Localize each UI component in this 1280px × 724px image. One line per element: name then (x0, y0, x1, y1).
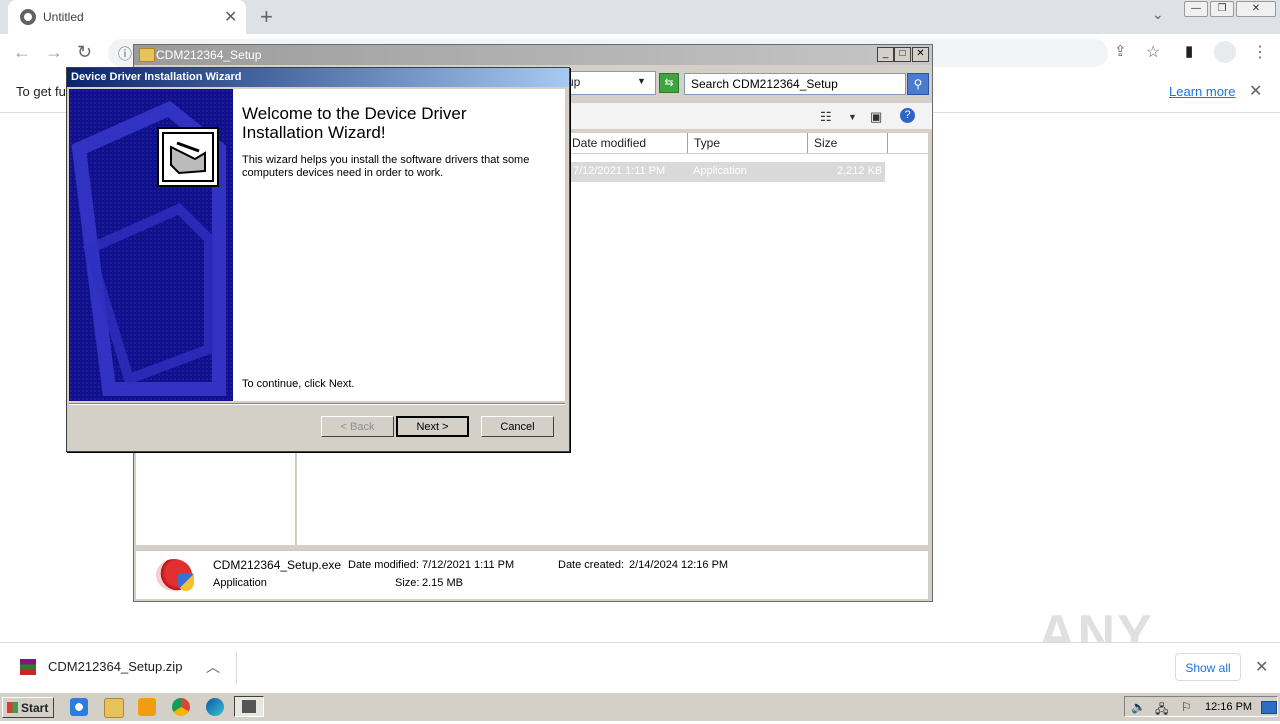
archive-icon (20, 659, 36, 675)
details-size: 2.15 MB (422, 577, 463, 589)
row-size: 2,212 KB (837, 165, 883, 177)
search-placeholder: Search CDM212364_Setup (691, 77, 838, 91)
wizard-titlebar[interactable]: Device Driver Installation Wizard (67, 68, 569, 87)
explorer-icon[interactable] (104, 698, 124, 718)
row-type: Application (693, 165, 747, 177)
globe-icon (20, 9, 36, 25)
download-item-name[interactable]: CDM212364_Setup.zip (48, 659, 182, 674)
network-icon[interactable]: 🖧 (1155, 700, 1168, 721)
back-button[interactable]: < Back (321, 416, 394, 437)
search-icon[interactable]: ⚲ (907, 73, 929, 95)
info-bar-text: To get fu (16, 84, 66, 99)
download-bar: CDM212364_Setup.zip ︿ Show all ✕ (0, 642, 1280, 693)
help-icon[interactable]: ? (900, 108, 915, 123)
start-label: Start (21, 701, 49, 715)
menu-icon[interactable]: ⋮ (1252, 42, 1268, 62)
details-date-modified-label: Date modified: (348, 559, 419, 571)
refresh-icon[interactable]: ⇆ (659, 73, 679, 93)
wizard-continue-text: To continue, click Next. (242, 378, 355, 390)
wizard-banner (69, 89, 233, 401)
share-icon[interactable]: ⇪ (1114, 42, 1127, 60)
next-button[interactable]: Next > (396, 416, 469, 437)
folder-icon (139, 48, 155, 62)
star-icon[interactable]: ☆ (1146, 42, 1160, 62)
details-date-created-label: Date created: (558, 559, 625, 571)
wizard-task-icon (242, 700, 256, 713)
preview-pane-icon[interactable]: ▣ (870, 109, 882, 125)
explorer-title: CDM212364_Setup (156, 48, 262, 62)
media-player-icon[interactable] (138, 698, 156, 716)
show-desktop-icon[interactable] (1261, 701, 1277, 714)
tab-close-icon[interactable]: ✕ (224, 7, 237, 27)
edge-icon[interactable] (206, 698, 224, 716)
minimize-button[interactable]: — (1184, 1, 1208, 17)
wizard-description: This wizard helps you install the softwa… (242, 154, 530, 179)
uac-shield-icon (178, 573, 194, 591)
explorer-minimize-button[interactable]: _ (877, 47, 894, 62)
dropdown-arrow-icon[interactable]: ▼ (637, 76, 646, 86)
details-date-modified: 7/12/2021 1:11 PM (422, 559, 515, 571)
windows-logo-icon (7, 702, 18, 713)
download-bar-close-icon[interactable]: ✕ (1255, 657, 1268, 677)
driver-package-icon (157, 127, 219, 187)
wizard-title: Device Driver Installation Wizard (71, 71, 242, 83)
system-tray: 🔈 🖧 ⚐ (1124, 696, 1278, 717)
flag-icon[interactable]: ⚐ (1181, 700, 1192, 714)
forward-icon[interactable]: → (45, 42, 63, 63)
column-date-modified[interactable]: Date modified (566, 133, 688, 153)
ie-icon[interactable] (70, 698, 88, 716)
explorer-close-button[interactable]: ✕ (912, 47, 929, 62)
details-file-kind: Application (213, 577, 267, 589)
side-panel-icon[interactable]: ▮ (1185, 42, 1193, 60)
tab-title: Untitled (43, 10, 84, 24)
chrome-icon[interactable] (172, 698, 190, 716)
wizard-heading: Welcome to the Device Driver Installatio… (242, 104, 467, 142)
profile-avatar[interactable] (1214, 41, 1236, 63)
start-button[interactable]: Start (2, 697, 54, 718)
chevron-up-icon[interactable]: ︿ (206, 657, 220, 677)
row-date: 7/12/2021 1:11 PM (573, 165, 666, 177)
chevron-down-icon[interactable]: ⌄ (1152, 6, 1164, 23)
wizard-separator (69, 403, 565, 405)
reload-icon[interactable]: ↻ (77, 42, 92, 63)
download-divider (236, 651, 237, 685)
driver-wizard-dialog[interactable]: Device Driver Installation Wizard Welcom… (66, 67, 570, 452)
taskbar-clock: 12:16 PM (1205, 701, 1253, 713)
views-dropdown-icon[interactable]: ▼ (848, 112, 857, 122)
cancel-button[interactable]: Cancel (481, 416, 554, 437)
back-icon[interactable]: ← (13, 42, 31, 63)
info-bar-close-icon[interactable]: ✕ (1249, 81, 1262, 101)
views-icon[interactable]: ☷ (820, 109, 832, 125)
details-file-name: CDM212364_Setup.exe (213, 558, 342, 572)
details-date-created: 2/14/2024 12:16 PM (629, 559, 729, 571)
wizard-content: Welcome to the Device Driver Installatio… (233, 89, 565, 401)
details-pane: CDM212364_Setup.exe Application Date mod… (136, 550, 928, 599)
restore-button[interactable]: ❐ (1210, 1, 1234, 17)
details-size-label: Size: (395, 577, 420, 589)
tab-untitled[interactable]: Untitled ✕ (8, 0, 246, 34)
volume-icon[interactable]: 🔈 (1131, 700, 1146, 714)
close-window-button[interactable]: ✕ (1236, 1, 1276, 17)
taskbar: Start 🔈 🖧 ⚐ 12:16 PM (0, 692, 1280, 721)
explorer-titlebar[interactable]: CDM212364_Setup _ □ ✕ (134, 45, 932, 65)
info-icon[interactable]: ⓘ (118, 44, 132, 64)
explorer-search-input[interactable]: Search CDM212364_Setup (684, 73, 906, 95)
new-tab-icon[interactable]: + (260, 4, 273, 30)
column-type[interactable]: Type (688, 133, 808, 153)
learn-more-link[interactable]: Learn more (1169, 84, 1235, 99)
column-size[interactable]: Size (808, 133, 888, 153)
show-all-button[interactable]: Show all (1175, 653, 1241, 681)
wizard-taskbar-button[interactable] (234, 696, 264, 717)
table-row[interactable]: 7/12/2021 1:11 PM Application 2,212 KB (567, 162, 885, 182)
explorer-maximize-button[interactable]: □ (894, 47, 911, 62)
